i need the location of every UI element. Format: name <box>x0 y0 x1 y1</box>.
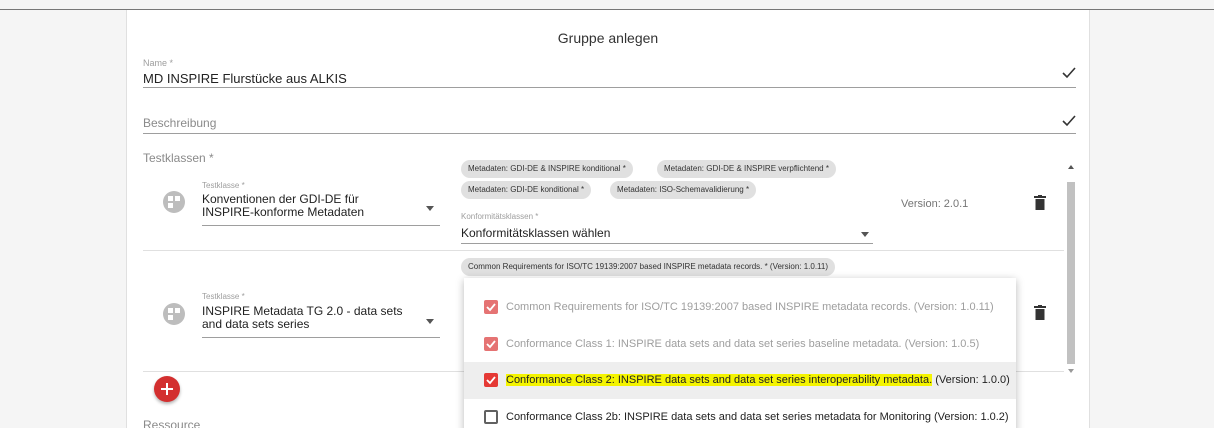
test-class-label: Testklasse * <box>202 181 245 190</box>
name-value: MD INSPIRE Flurstücke aus ALKIS <box>143 71 347 86</box>
caret-down-icon <box>861 232 869 237</box>
dialog-title: Gruppe anlegen <box>557 30 659 46</box>
dropdown-option[interactable]: Conformance Class 1: INSPIRE data sets a… <box>464 326 1016 363</box>
name-label: Name * <box>143 58 174 68</box>
test-class-select[interactable]: Testklasse * INSPIRE Metadata TG 2.0 - d… <box>202 292 440 338</box>
test-class-select[interactable]: Testklasse * Konventionen der GDI-DE für… <box>202 181 440 226</box>
test-class-row: Testklasse * Konventionen der GDI-DE für… <box>143 158 1064 250</box>
scroll-up-icon[interactable] <box>1068 165 1074 169</box>
create-group-dialog: Gruppe anlegen Name * MD INSPIRE Flurstü… <box>126 10 1090 428</box>
option-text: Conformance Class 2: INSPIRE data sets a… <box>506 374 1010 386</box>
trash-icon[interactable] <box>1034 195 1046 210</box>
highlighted-text: Conformance Class 2: INSPIRE data sets a… <box>506 374 933 386</box>
conformance-classes-label: Konformitätsklassen * <box>461 212 539 221</box>
test-classes-scrollbar[interactable] <box>1066 160 1076 376</box>
test-class-value: Konventionen der GDI-DE für INSPIRE-konf… <box>202 192 365 219</box>
resource-label: Ressource <box>143 418 201 428</box>
conformance-chip: Metadaten: GDI-DE konditional * <box>461 181 592 199</box>
dropdown-option[interactable]: Conformance Class 2b: INSPIRE data sets … <box>464 399 1016 428</box>
checkbox-icon[interactable] <box>484 337 498 351</box>
dropdown-option-highlighted[interactable]: Conformance Class 2: INSPIRE data sets a… <box>464 362 1016 399</box>
test-class-icon <box>163 303 185 325</box>
caret-down-icon <box>426 206 434 211</box>
checkbox-icon[interactable] <box>484 300 498 314</box>
conformance-chip: Metadaten: GDI-DE & INSPIRE konditional … <box>461 160 633 178</box>
conformance-chip: Metadaten: ISO-Schemavalidierung * <box>610 181 757 199</box>
option-version: (Version: 1.0.0) <box>932 374 1010 386</box>
trash-icon[interactable] <box>1034 305 1046 320</box>
conformance-chip: Metadaten: GDI-DE & INSPIRE verpflichten… <box>657 160 836 178</box>
conformance-classes-value: Konformitätsklassen wählen <box>461 226 611 240</box>
description-field[interactable]: Beschreibung <box>143 110 1076 134</box>
check-icon <box>1062 66 1076 84</box>
conformance-classes-select[interactable]: Konformitätsklassen * Konformitätsklasse… <box>461 212 873 244</box>
conformance-chip: Common Requirements for ISO/TC 19139:200… <box>461 258 836 276</box>
option-text: Common Requirements for ISO/TC 19139:200… <box>506 301 994 313</box>
name-field[interactable]: Name * MD INSPIRE Flurstücke aus ALKIS <box>143 58 1076 88</box>
option-text: Conformance Class 2b: INSPIRE data sets … <box>506 411 1009 423</box>
test-class-label: Testklasse * <box>202 292 245 301</box>
dropdown-option[interactable]: Common Requirements for ISO/TC 19139:200… <box>464 289 1016 326</box>
caret-down-icon <box>426 319 434 324</box>
description-label: Beschreibung <box>143 116 217 130</box>
test-class-icon <box>163 191 185 213</box>
version-text: Version: 2.0.1 <box>901 198 969 210</box>
test-class-value: INSPIRE Metadata TG 2.0 - data sets and … <box>202 304 403 331</box>
checkbox-icon[interactable] <box>484 373 498 387</box>
check-icon <box>1062 114 1076 132</box>
option-text: Conformance Class 1: INSPIRE data sets a… <box>506 338 980 350</box>
conformance-classes-dropdown: Common Requirements for ISO/TC 19139:200… <box>464 278 1016 428</box>
scrollbar-thumb[interactable] <box>1067 182 1075 364</box>
checkbox-icon[interactable] <box>484 410 498 424</box>
add-test-class-button[interactable] <box>154 376 180 402</box>
scroll-down-icon[interactable] <box>1068 369 1074 373</box>
